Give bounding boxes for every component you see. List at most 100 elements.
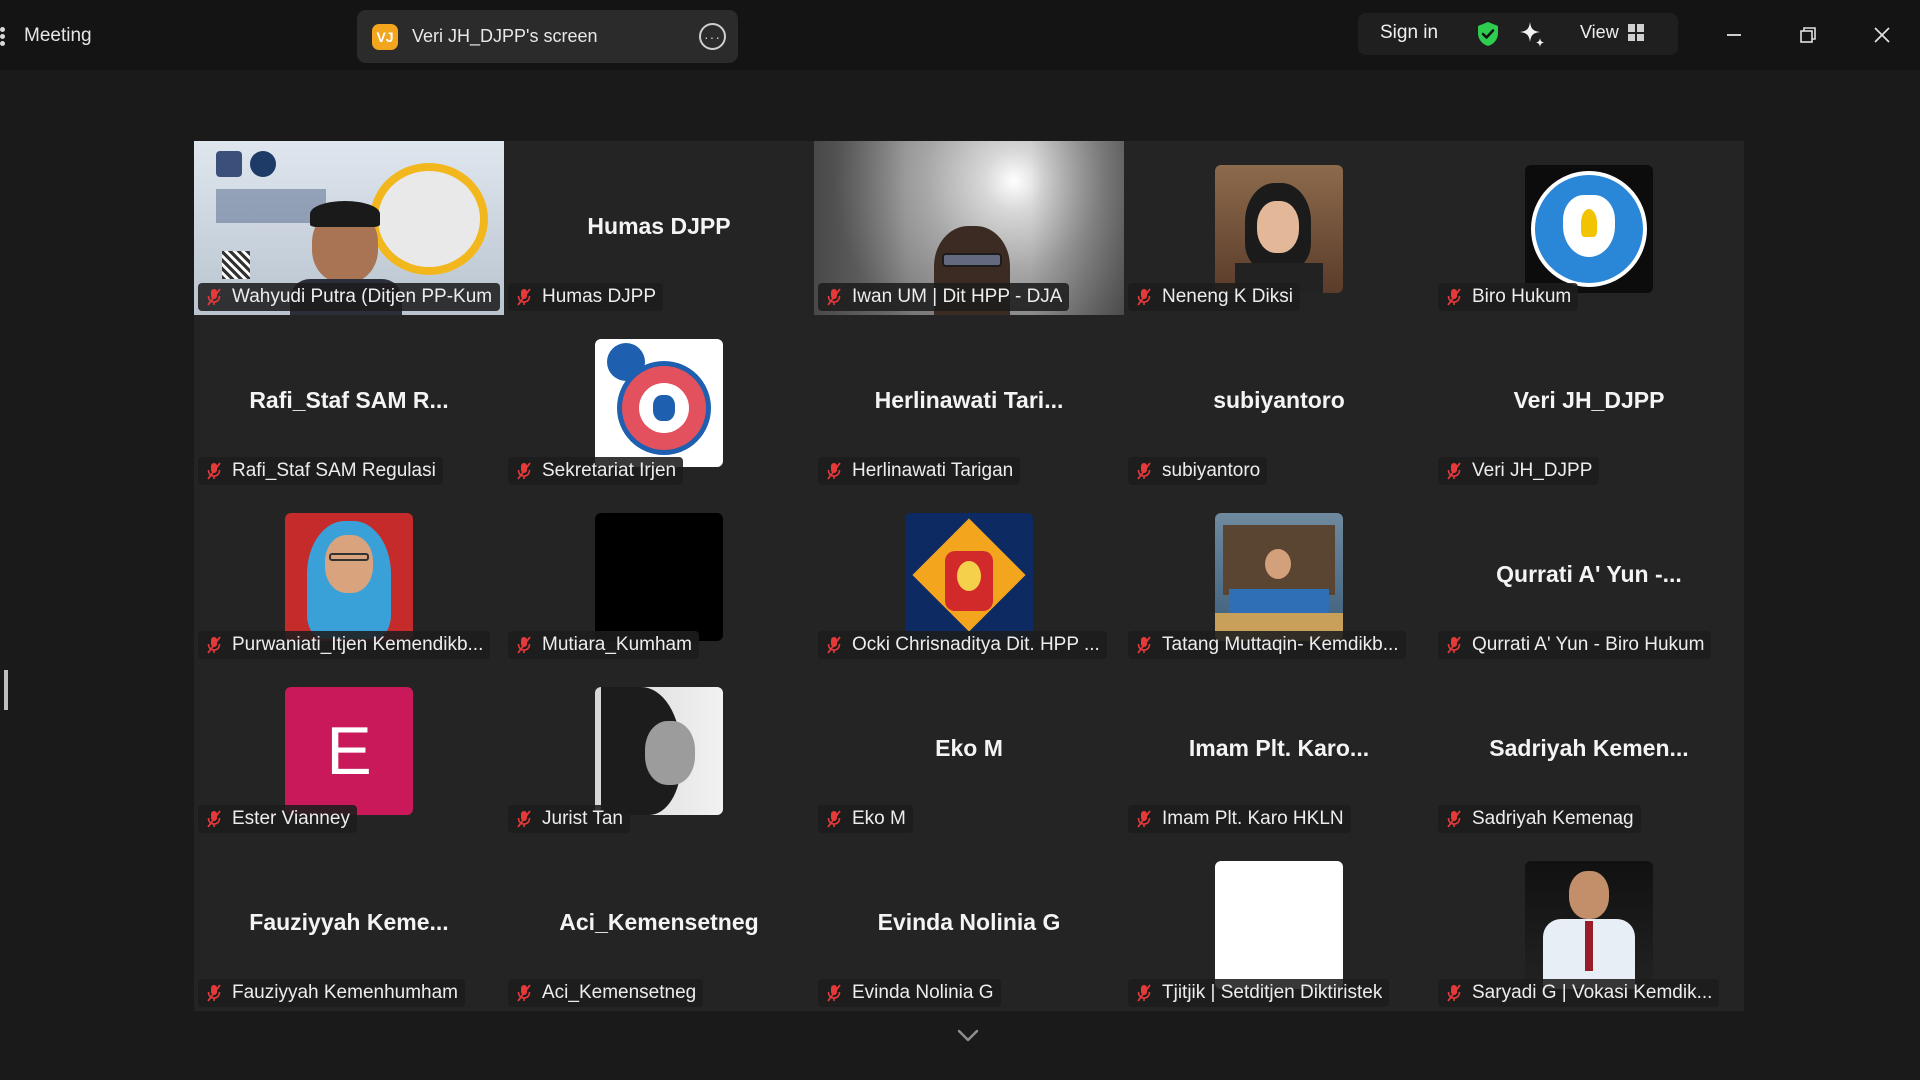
participant-name-tag: Evinda Nolinia G (818, 979, 1001, 1007)
participant-name-tag: Qurrati A' Yun - Biro Hukum (1438, 631, 1712, 659)
microphone-muted-icon (207, 810, 221, 828)
participant-name: Sadriyah Kemenag (1472, 808, 1634, 829)
participant-tile[interactable]: Aci_Kemensetneg Aci_Kemensetneg (504, 837, 814, 1011)
microphone-muted-icon (1137, 288, 1151, 306)
participant-tile[interactable]: Ocki Chrisnaditya Dit. HPP ... (814, 489, 1124, 663)
grid-view-icon (1627, 24, 1644, 41)
participant-display-name: Herlinawati Tari... (874, 387, 1064, 413)
participant-avatar (595, 687, 723, 815)
sign-in-button[interactable]: Sign in (1380, 22, 1438, 44)
microphone-muted-icon (1447, 462, 1461, 480)
participant-name-tag: Imam Plt. Karo HKLN (1128, 805, 1351, 833)
top-right-controls: Sign in View (1358, 13, 1678, 55)
participant-tile[interactable]: Evinda Nolinia G Evinda Nolinia G (814, 837, 1124, 1011)
participant-tile[interactable]: Sekretariat Irjen (504, 315, 814, 489)
microphone-muted-icon (1447, 636, 1461, 654)
ai-companion-icon[interactable] (1518, 20, 1546, 48)
avatar-letter: E (285, 687, 413, 815)
participant-display-name: Sadriyah Kemen... (1489, 735, 1689, 761)
participant-avatar (1215, 165, 1343, 293)
participant-tile[interactable]: Veri JH_DJPP Veri JH_DJPP (1434, 315, 1744, 489)
participant-avatar: E (285, 687, 413, 815)
participant-tile[interactable]: Eko M Eko M (814, 663, 1124, 837)
minimize-icon (1727, 34, 1741, 36)
participant-avatar (595, 339, 723, 467)
microphone-muted-icon (1447, 810, 1461, 828)
close-button[interactable] (1865, 18, 1899, 52)
participant-tile[interactable]: Imam Plt. Karo... Imam Plt. Karo HKLN (1124, 663, 1434, 837)
meeting-menu[interactable]: Meeting (0, 22, 92, 50)
microphone-muted-icon (827, 636, 841, 654)
participant-name: Aci_Kemensetneg (542, 982, 697, 1003)
participant-tile[interactable]: Tjitjik | Setditjen Diktiristek (1124, 837, 1434, 1011)
participant-name-tag: Aci_Kemensetneg (508, 979, 704, 1007)
participant-name: Tjitjik | Setditjen Diktiristek (1162, 982, 1383, 1003)
microphone-muted-icon (517, 462, 531, 480)
participant-display-name: Fauziyyah Keme... (249, 909, 449, 935)
participant-tile[interactable]: Wahyudi Putra (Ditjen PP-Kum... (194, 141, 504, 315)
participant-name: subiyantoro (1162, 460, 1261, 481)
participant-tile[interactable]: Saryadi G | Vokasi Kemdik... (1434, 837, 1744, 1011)
participant-display-name: Eko M (935, 735, 1003, 761)
participant-avatar (1215, 513, 1343, 641)
view-button[interactable]: View (1580, 22, 1644, 43)
participant-tile[interactable]: E Ester Vianney (194, 663, 504, 837)
microphone-muted-icon (517, 636, 531, 654)
participant-tile[interactable]: Iwan UM | Dit HPP - DJA (814, 141, 1124, 315)
participant-name: Biro Hukum (1472, 286, 1572, 307)
participant-name-tag: Jurist Tan (508, 805, 630, 833)
participant-tile[interactable]: Biro Hukum (1434, 141, 1744, 315)
participant-name-tag: Wahyudi Putra (Ditjen PP-Kum... (198, 283, 500, 311)
participant-name: Imam Plt. Karo HKLN (1162, 808, 1344, 829)
participant-name-tag: Saryadi G | Vokasi Kemdik... (1438, 979, 1720, 1007)
microphone-muted-icon (1137, 462, 1151, 480)
participant-name-tag: Fauziyyah Kemenhumham (198, 979, 465, 1007)
participant-tile[interactable]: Qurrati A' Yun -... Qurrati A' Yun - Biro… (1434, 489, 1744, 663)
participant-name: Iwan UM | Dit HPP - DJA (852, 286, 1063, 307)
participant-avatar (285, 513, 413, 641)
participant-name: Jurist Tan (542, 808, 623, 829)
participant-name: Saryadi G | Vokasi Kemdik... (1472, 982, 1713, 1003)
restore-button[interactable] (1791, 18, 1825, 52)
app-menu-icon (0, 25, 10, 47)
participant-tile[interactable]: subiyantoro subiyantoro (1124, 315, 1434, 489)
chevron-down-icon[interactable] (955, 1022, 981, 1048)
participant-name: Ester Vianney (232, 808, 350, 829)
minimize-button[interactable] (1717, 18, 1751, 52)
participant-name: Mutiara_Kumham (542, 634, 692, 655)
participant-tile[interactable]: Humas DJPP Humas DJPP (504, 141, 814, 315)
participant-name: Wahyudi Putra (Ditjen PP-Kum... (232, 286, 493, 307)
participant-display-name: Aci_Kemensetneg (559, 909, 759, 935)
microphone-muted-icon (207, 636, 221, 654)
participant-name-tag: Sadriyah Kemenag (1438, 805, 1641, 833)
microphone-muted-icon (827, 810, 841, 828)
more-icon: ··· (704, 28, 721, 45)
microphone-muted-icon (827, 462, 841, 480)
participant-tile[interactable]: Neneng K Diksi (1124, 141, 1434, 315)
participant-name: Rafi_Staf SAM Regulasi (232, 460, 436, 481)
participant-tile[interactable]: Herlinawati Tari... Herlinawati Tarigan (814, 315, 1124, 489)
view-label: View (1580, 22, 1619, 42)
sharer-avatar: VJ (372, 23, 398, 50)
participant-name: Evinda Nolinia G (852, 982, 994, 1003)
microphone-muted-icon (207, 984, 221, 1002)
participant-name-tag: Ester Vianney (198, 805, 357, 833)
sidebar-resize-handle[interactable] (4, 670, 8, 710)
participant-tile[interactable]: Purwaniati_Itjen Kemendikb... (194, 489, 504, 663)
microphone-muted-icon (517, 984, 531, 1002)
participant-tile[interactable]: Jurist Tan (504, 663, 814, 837)
participant-display-name: Rafi_Staf SAM R... (249, 387, 449, 413)
security-shield-icon[interactable] (1474, 20, 1502, 48)
gallery-view: Wahyudi Putra (Ditjen PP-Kum... Humas DJP… (194, 141, 1744, 1011)
participant-name-tag: Eko M (818, 805, 913, 833)
participant-tile[interactable]: Fauziyyah Keme... Fauziyyah Kemenhumham (194, 837, 504, 1011)
participant-tile[interactable]: Tatang Muttaqin- Kemdikb... (1124, 489, 1434, 663)
participant-tile[interactable]: Mutiara_Kumham (504, 489, 814, 663)
screen-share-indicator[interactable]: VJ Veri JH_DJPP's screen ··· (357, 10, 738, 63)
participant-name-tag: Ocki Chrisnaditya Dit. HPP ... (818, 631, 1107, 659)
participant-tile[interactable]: Sadriyah Kemen... Sadriyah Kemenag (1434, 663, 1744, 837)
more-options-button[interactable]: ··· (699, 23, 726, 50)
participant-name: Sekretariat Irjen (542, 460, 677, 481)
participant-avatar (1525, 861, 1653, 989)
participant-tile[interactable]: Rafi_Staf SAM R... Rafi_Staf SAM Regulasi (194, 315, 504, 489)
